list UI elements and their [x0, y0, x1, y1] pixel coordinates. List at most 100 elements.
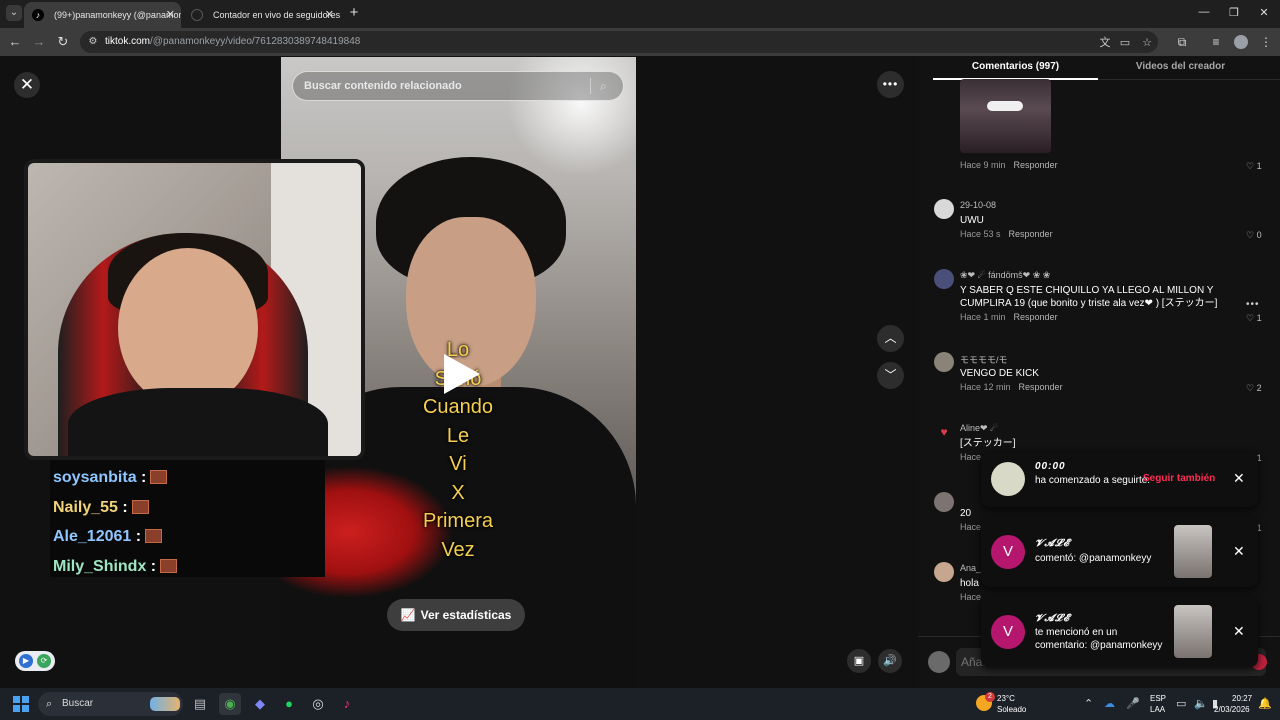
language-top[interactable]: ESP: [1150, 693, 1166, 704]
minimize-icon[interactable]: —: [1196, 6, 1212, 18]
restore-icon[interactable]: ❐: [1226, 6, 1242, 19]
avatar[interactable]: [934, 352, 954, 372]
chat-item: Mily_Shindx :: [53, 552, 325, 582]
window-close-icon[interactable]: ✕: [1256, 6, 1272, 19]
notification-bell-icon[interactable]: 🔔: [1258, 697, 1272, 710]
taskbar-search[interactable]: ⌕ Buscar: [38, 692, 183, 716]
tiktok-app-icon[interactable]: ♪: [336, 693, 358, 715]
tray-chevron-up-icon[interactable]: ⌃: [1084, 697, 1093, 710]
close-icon[interactable]: ✕: [1233, 543, 1245, 560]
discord-icon[interactable]: ◆: [249, 693, 271, 715]
play-icon[interactable]: [444, 354, 480, 394]
view-stats-button[interactable]: 📈 Ver estadísticas: [387, 599, 525, 631]
video-thumbnail[interactable]: [1174, 605, 1212, 658]
extension-widget[interactable]: ▶ ⟳: [15, 651, 55, 671]
heart-icon: ♡: [1246, 313, 1255, 323]
follow-back-button[interactable]: Seguir también: [1143, 473, 1215, 484]
notification-mention[interactable]: V 𝓥𝓐𝓛𝓔 te mencionó en un comentario: @pa…: [981, 597, 1258, 667]
avatar[interactable]: [934, 199, 954, 219]
clock-date[interactable]: 2/03/2026: [1214, 704, 1250, 715]
floating-player-icon[interactable]: ▣: [847, 649, 871, 673]
tab-close-icon[interactable]: ✕: [325, 2, 334, 28]
windows-start-icon[interactable]: [13, 696, 29, 712]
previous-video-chevron-up-icon[interactable]: ︿: [877, 325, 904, 352]
chrome-icon[interactable]: ◉: [219, 693, 241, 715]
related-search-input[interactable]: Buscar contenido relacionado ⌕: [292, 71, 624, 101]
like-button[interactable]: ♡ 1: [1246, 313, 1262, 324]
comment-author[interactable]: Aline❤ ☄: [960, 423, 998, 434]
onedrive-icon[interactable]: ☁: [1104, 697, 1115, 710]
video-thumbnail[interactable]: [1174, 525, 1212, 578]
next-video-chevron-down-icon[interactable]: ﹀: [877, 362, 904, 389]
extensions-icon[interactable]: ⧉: [1174, 34, 1190, 50]
search-highlight-image: [150, 697, 180, 711]
reply-button[interactable]: Responder: [1019, 382, 1063, 392]
back-arrow-icon[interactable]: ←: [7, 34, 23, 50]
avatar[interactable]: [934, 492, 954, 512]
play-circle-icon[interactable]: ▶: [19, 654, 33, 668]
tab-creator-videos[interactable]: Videos del creador: [1098, 56, 1263, 80]
speaker-icon[interactable]: 🔈: [1194, 697, 1208, 710]
network-icon[interactable]: ▭: [1176, 697, 1186, 710]
site-info-icon[interactable]: ⚙: [86, 35, 100, 49]
avatar[interactable]: [934, 269, 954, 289]
like-button[interactable]: ♡ 2: [1246, 383, 1262, 394]
notification-follow[interactable]: 00:00 ha comenzado a seguirte. Seguir ta…: [981, 452, 1258, 507]
address-url: tiktok.com/@panamonkeyy/video/7612830389…: [105, 36, 361, 47]
tab-comments[interactable]: Comentarios (997): [933, 56, 1098, 80]
search-icon[interactable]: ⌕: [600, 72, 607, 100]
avatar: V: [991, 615, 1025, 649]
tab-follower-counter[interactable]: Contador en vivo de seguidores ✕: [183, 2, 340, 28]
weather-desc[interactable]: Soleado: [997, 704, 1026, 715]
comment-author[interactable]: 29-10-08: [960, 200, 996, 210]
weather-temp[interactable]: 23°C: [997, 693, 1015, 704]
address-bar[interactable]: ⚙ tiktok.com/@panamonkeyy/video/76128303…: [80, 31, 1158, 53]
comment-meta: Hace 53 s Responder: [960, 229, 1053, 239]
tab-tiktok[interactable]: ♪ (99+)panamonkeyy (@panamonkeyy) ✕: [24, 2, 181, 28]
refresh-circle-icon[interactable]: ⟳: [37, 654, 51, 668]
spotify-icon[interactable]: ●: [278, 693, 300, 715]
close-icon[interactable]: ✕: [1233, 470, 1245, 487]
avatar: V: [991, 535, 1025, 569]
forward-arrow-icon[interactable]: →: [31, 34, 47, 50]
comment-author[interactable]: モモモモ/モ: [960, 353, 1008, 366]
language-bottom[interactable]: LAA: [1150, 704, 1165, 715]
close-viewer-button[interactable]: ✕: [14, 72, 40, 98]
comment-author[interactable]: ❀❤ ☄ fándömš❤ ❀ ❀: [960, 270, 1050, 281]
notification-comment[interactable]: V 𝓥𝓐𝓛𝓔 comentó: @panamonkeyy ✕: [981, 517, 1258, 587]
reading-list-icon[interactable]: ≡: [1208, 34, 1224, 50]
bookmark-star-icon[interactable]: ☆: [1140, 36, 1154, 50]
tab-search-chevron-icon[interactable]: ⌄: [6, 5, 22, 21]
like-button[interactable]: ♡ 1: [1246, 161, 1262, 172]
tab-close-icon[interactable]: ✕: [166, 2, 175, 28]
new-tab-plus-icon[interactable]: +: [345, 4, 363, 22]
heart-icon: ♡: [1246, 383, 1255, 393]
notification-name: 00:00: [1035, 461, 1066, 472]
github-icon[interactable]: ◎: [307, 693, 329, 715]
volume-icon[interactable]: 🔊: [878, 649, 902, 673]
avatar[interactable]: [934, 562, 954, 582]
cast-icon[interactable]: ▭: [1118, 36, 1132, 50]
windows-taskbar: ⌕ Buscar ▤ ◉ ◆ ● ◎ ♪ 2 23°C Soleado ⌃ ☁ …: [0, 688, 1280, 720]
chat-username: Mily_Shindx: [53, 557, 147, 575]
comment-author[interactable]: Ana_l: [960, 563, 983, 573]
reply-button[interactable]: Responder: [1014, 160, 1058, 170]
reload-icon[interactable]: ↻: [55, 34, 71, 50]
clock-time[interactable]: 20:27: [1232, 693, 1252, 704]
browser-menu-icon[interactable]: ⋮: [1258, 34, 1274, 50]
taskbar-search-label: Buscar: [62, 698, 94, 709]
reply-button[interactable]: Responder: [1009, 229, 1053, 239]
more-options-button[interactable]: •••: [877, 71, 904, 98]
avatar[interactable]: ♥: [934, 422, 954, 442]
microphone-icon[interactable]: 🎤: [1126, 697, 1140, 710]
translate-icon[interactable]: 文: [1098, 36, 1112, 50]
task-view-icon[interactable]: ▤: [189, 693, 211, 715]
comment-more-icon[interactable]: •••: [1246, 299, 1260, 310]
profile-avatar[interactable]: [1234, 35, 1248, 49]
close-icon[interactable]: ✕: [1233, 623, 1245, 640]
notification-name: 𝓥𝓐𝓛𝓔: [1035, 538, 1070, 549]
reply-button[interactable]: Responder: [1014, 312, 1058, 322]
emote-icon: [131, 499, 149, 514]
comment-sticker-image[interactable]: [960, 79, 1051, 153]
like-button[interactable]: ♡ 0: [1246, 230, 1262, 241]
